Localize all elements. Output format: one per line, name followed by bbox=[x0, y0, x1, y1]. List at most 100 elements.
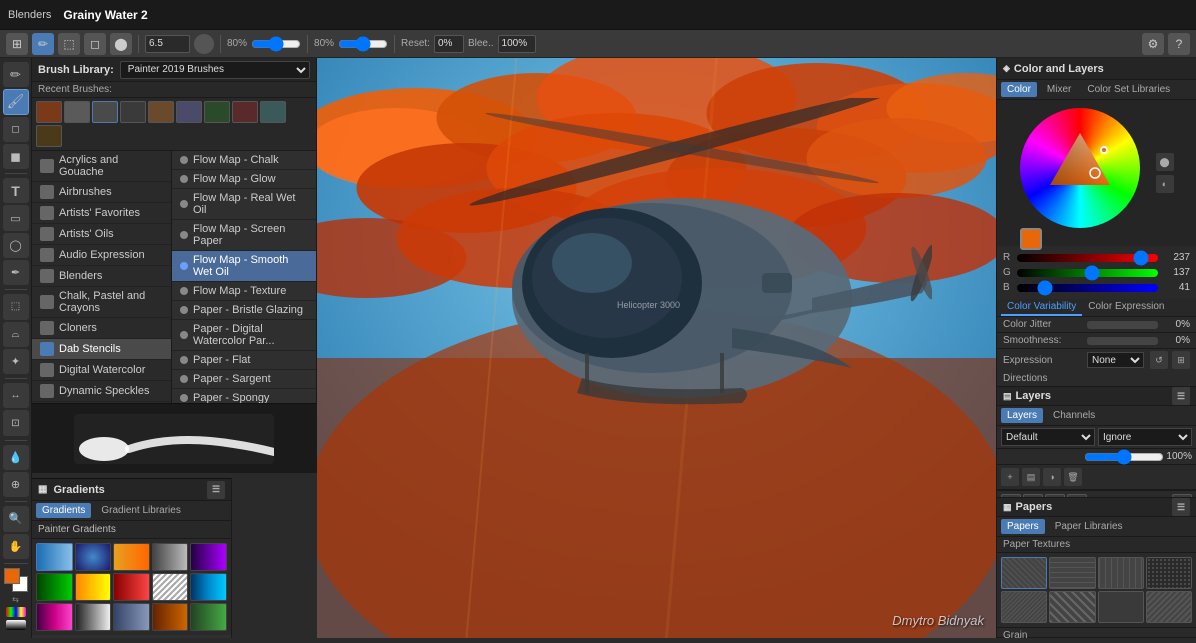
cat-dynamic[interactable]: Dynamic Speckles bbox=[32, 381, 171, 402]
magnifier-tool-btn[interactable]: 🔍 bbox=[3, 506, 29, 531]
fill-tool-btn[interactable]: ◼ bbox=[3, 144, 29, 169]
color-wheel[interactable] bbox=[1020, 108, 1140, 228]
brush-library-select[interactable]: Painter 2019 Brushes bbox=[120, 61, 310, 79]
brush-item-8[interactable]: Paper - Flat bbox=[172, 351, 316, 370]
grad-swatch-13[interactable] bbox=[113, 603, 150, 631]
reset-input[interactable] bbox=[434, 35, 464, 53]
shape-rect-tool-btn[interactable]: ▭ bbox=[3, 205, 29, 230]
new-layer-btn[interactable]: + bbox=[1001, 468, 1019, 486]
smoothness-slider[interactable] bbox=[1087, 337, 1158, 345]
grad-swatch-12[interactable] bbox=[75, 603, 112, 631]
brush-item-6[interactable]: Paper - Bristle Glazing bbox=[172, 301, 316, 320]
grad-swatch-2[interactable] bbox=[75, 543, 112, 571]
cat-acrylics[interactable]: Acrylics and Gouache bbox=[32, 151, 171, 182]
cat-artists-fav[interactable]: Artists' Favorites bbox=[32, 203, 171, 224]
color-jitter-slider[interactable] bbox=[1087, 321, 1158, 329]
shape-oval-tool-btn[interactable]: ◯ bbox=[3, 233, 29, 258]
fg-color-swatch[interactable] bbox=[4, 568, 20, 584]
grad-swatch-6[interactable] bbox=[36, 573, 73, 601]
layers-menu-btn[interactable]: ☰ bbox=[1172, 387, 1190, 405]
cat-chalk[interactable]: Chalk, Pastel and Crayons bbox=[32, 287, 171, 318]
channels-tab[interactable]: Channels bbox=[1047, 408, 1101, 423]
b-slider[interactable] bbox=[1017, 284, 1158, 292]
gradient-libraries-tab[interactable]: Gradient Libraries bbox=[95, 503, 186, 518]
brush-tool-btn[interactable]: 🖌 bbox=[3, 89, 29, 114]
canvas-area[interactable]: Helicopter 3000 Dmytro Bidnyak bbox=[317, 58, 996, 638]
new-doc-icon[interactable]: ⊞ bbox=[6, 33, 28, 55]
opacity-slider[interactable] bbox=[251, 37, 301, 51]
cat-digital-wc[interactable]: Digital Watercolor bbox=[32, 360, 171, 381]
crop-tool-btn[interactable]: ⊡ bbox=[3, 410, 29, 435]
bleed-slider[interactable] bbox=[338, 37, 388, 51]
cat-audio-expr[interactable]: Audio Expression bbox=[32, 245, 171, 266]
grad-swatch-9[interactable] bbox=[152, 573, 189, 601]
color-expression-tab[interactable]: Color Expression bbox=[1082, 299, 1170, 316]
brush-mode-icon[interactable]: ✏ bbox=[32, 33, 54, 55]
recent-brush-5[interactable] bbox=[148, 101, 174, 123]
brush-item-7[interactable]: Paper - Digital Watercolor Par... bbox=[172, 320, 316, 351]
paper-2[interactable] bbox=[1049, 557, 1095, 589]
eyedropper-tool-btn[interactable]: 💧 bbox=[3, 445, 29, 470]
brush-item-0[interactable]: Flow Map - Chalk bbox=[172, 151, 316, 170]
help-icon[interactable]: ? bbox=[1168, 33, 1190, 55]
g-slider[interactable] bbox=[1017, 269, 1158, 277]
grad-swatch-7[interactable] bbox=[75, 573, 112, 601]
brush-item-5[interactable]: Flow Map - Texture bbox=[172, 282, 316, 301]
brush-item-1[interactable]: Flow Map - Glow bbox=[172, 170, 316, 189]
grad-swatch-11[interactable] bbox=[36, 603, 73, 631]
grad-swatch-14[interactable] bbox=[152, 603, 189, 631]
layer-opacity-slider[interactable] bbox=[1084, 452, 1164, 462]
recent-brush-9[interactable] bbox=[260, 101, 286, 123]
swap-colors-btn[interactable]: ⇆ bbox=[12, 595, 19, 604]
paper-6[interactable] bbox=[1049, 591, 1095, 623]
text-tool-btn[interactable]: T bbox=[3, 178, 29, 203]
delete-layer-btn[interactable]: 🗑 bbox=[1064, 468, 1082, 486]
recent-brush-6[interactable] bbox=[176, 101, 202, 123]
paper-5[interactable] bbox=[1001, 591, 1047, 623]
hand-tool-btn[interactable]: ✋ bbox=[3, 534, 29, 559]
gray-ramp[interactable] bbox=[6, 620, 26, 630]
paper-3[interactable] bbox=[1098, 557, 1144, 589]
layers-tab[interactable]: Layers bbox=[1001, 408, 1043, 423]
brush-item-3[interactable]: Flow Map - Screen Paper bbox=[172, 220, 316, 251]
eraser-tool-btn[interactable]: ◻ bbox=[3, 117, 29, 142]
grad-swatch-5[interactable] bbox=[190, 543, 227, 571]
color-tab[interactable]: Color bbox=[1001, 82, 1037, 97]
clone-tool-btn[interactable]: ⊕ bbox=[3, 472, 29, 497]
brush-item-2[interactable]: Flow Map - Real Wet Oil bbox=[172, 189, 316, 220]
paper-7[interactable] bbox=[1098, 591, 1144, 623]
recent-brush-4[interactable] bbox=[120, 101, 146, 123]
recent-brush-7[interactable] bbox=[204, 101, 230, 123]
blend-mode-select[interactable]: Default Multiply Screen bbox=[1001, 428, 1095, 446]
paper-1[interactable] bbox=[1001, 557, 1047, 589]
grad-swatch-4[interactable] bbox=[152, 543, 189, 571]
gradients-menu-btn[interactable]: ☰ bbox=[207, 481, 225, 499]
brush-size-icon[interactable] bbox=[194, 34, 214, 54]
color-variability-tab[interactable]: Color Variability bbox=[1001, 299, 1082, 316]
color-set-tab[interactable]: Color Set Libraries bbox=[1081, 82, 1176, 97]
grad-swatch-3[interactable] bbox=[113, 543, 150, 571]
group-layer-btn[interactable]: ▤ bbox=[1022, 468, 1040, 486]
cat-dab-stencils[interactable]: Dab Stencils bbox=[32, 339, 171, 360]
color-cursor[interactable] bbox=[1100, 146, 1108, 154]
color-wheel-wrapper[interactable] bbox=[1020, 108, 1150, 238]
brush-item-4[interactable]: Flow Map - Smooth Wet Oil bbox=[172, 251, 316, 282]
paper-libraries-tab[interactable]: Paper Libraries bbox=[1049, 519, 1129, 534]
settings-icon[interactable]: ⚙ bbox=[1142, 33, 1164, 55]
hue-mode-icon[interactable]: ⬤ bbox=[1156, 153, 1174, 171]
grad-swatch-15[interactable] bbox=[190, 603, 227, 631]
recent-brush-2[interactable] bbox=[64, 101, 90, 123]
paper-4[interactable] bbox=[1146, 557, 1192, 589]
paper-8[interactable] bbox=[1146, 591, 1192, 623]
papers-menu-btn[interactable]: ☰ bbox=[1172, 498, 1190, 516]
cat-blenders[interactable]: Blenders bbox=[32, 266, 171, 287]
expr-icon-2[interactable]: ⊞ bbox=[1172, 351, 1190, 369]
recent-brush-8[interactable] bbox=[232, 101, 258, 123]
mask-layer-btn[interactable]: ◑ bbox=[1043, 468, 1061, 486]
select-icon[interactable]: ⬚ bbox=[58, 33, 80, 55]
cat-airbrushes[interactable]: Airbrushes bbox=[32, 182, 171, 203]
brush-item-9[interactable]: Paper - Sargent bbox=[172, 370, 316, 389]
pen-tool-btn[interactable]: ✒ bbox=[3, 260, 29, 285]
expr-icon-1[interactable]: ↺ bbox=[1150, 351, 1168, 369]
gradients-tab[interactable]: Gradients bbox=[36, 503, 91, 518]
